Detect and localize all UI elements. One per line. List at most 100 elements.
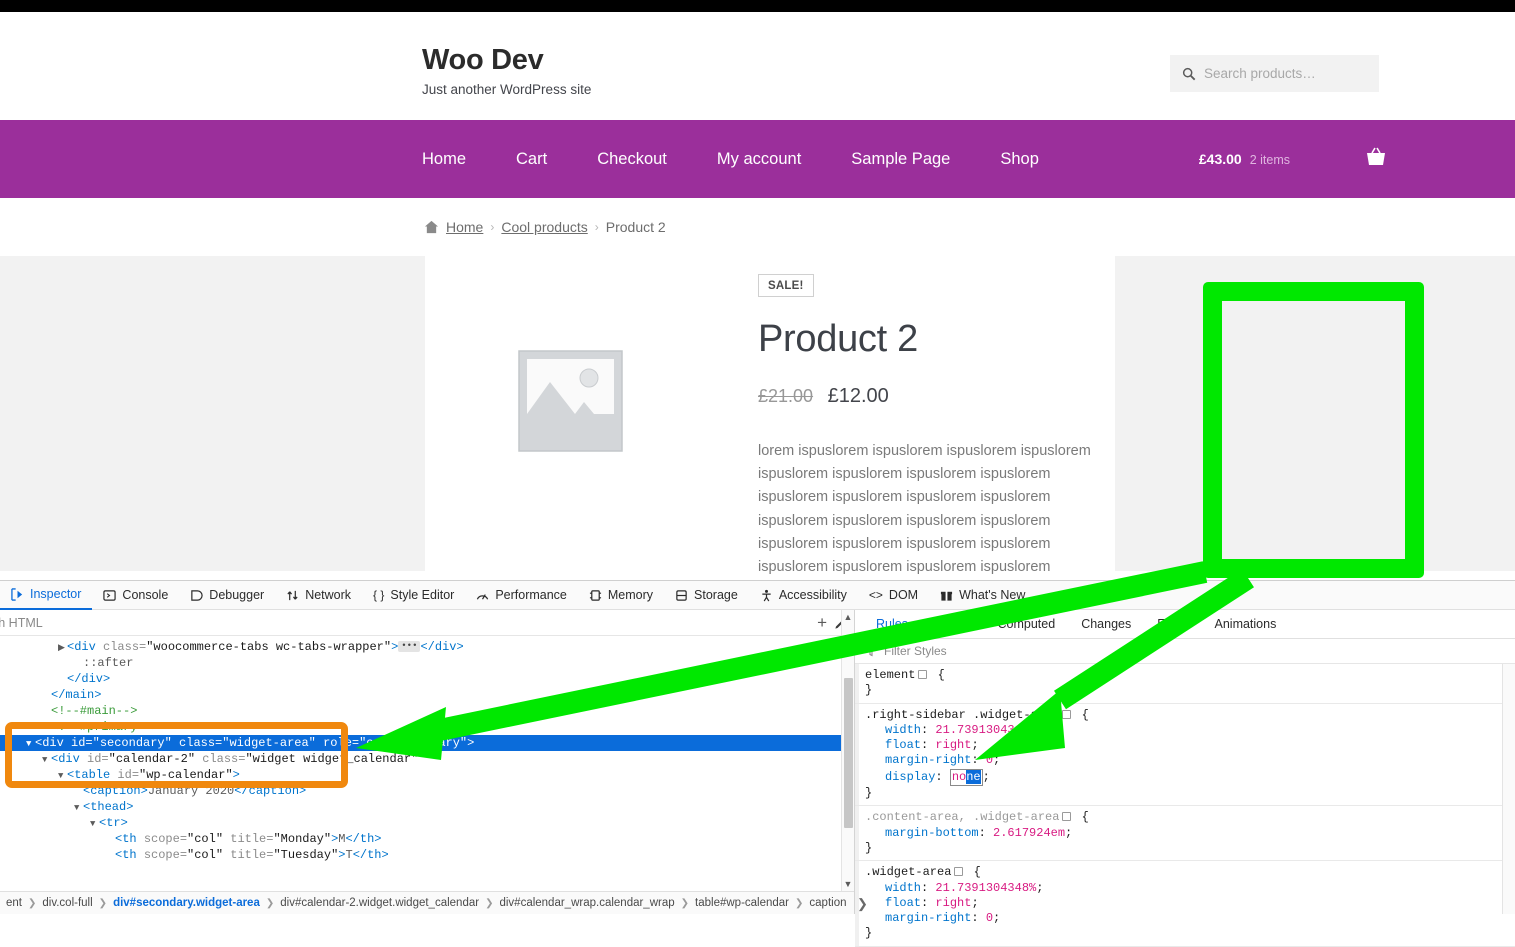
cart-summary[interactable]: £43.00 2 items [1199,151,1290,167]
dom-twisty-icon[interactable]: ▼ [90,816,99,832]
shopping-basket-icon[interactable] [1365,147,1387,171]
dom-breadcrumb-item[interactable]: div.col-full [36,897,98,909]
css-declaration[interactable]: margin-right: 0; [865,753,1515,768]
tab-performance-label: Performance [495,588,567,602]
tab-debugger[interactable]: Debugger [179,581,275,610]
nav-item-shop[interactable]: Shop [975,151,1064,168]
rules-tab-computed[interactable]: Computed [985,617,1069,631]
scroll-down-arrow[interactable]: ▼ [842,877,854,891]
css-selector[interactable]: .content-area, .widget-area { [865,810,1515,825]
product-gallery[interactable] [425,256,716,545]
dom-breadcrumb-item[interactable]: div#secondary.widget-area [107,897,266,909]
search-input-placeholder[interactable]: Search products… [1204,66,1316,81]
tab-console[interactable]: Console [92,581,179,610]
nav-item-sample-page[interactable]: Sample Page [826,151,975,168]
rules-tab-layout[interactable]: Layout [921,617,985,631]
breadcrumb: Home › Cool products › Product 2 [424,219,666,235]
css-rule[interactable]: element {} [855,664,1515,704]
dom-node[interactable]: ▶ <div class="woocommerce-tabs wc-tabs-wr… [0,639,854,655]
css-declaration[interactable]: float: right; [865,738,1515,753]
dom-breadcrumb-item[interactable]: ent [0,897,28,909]
tab-inspector[interactable]: Inspector [0,581,93,610]
dom-node[interactable]: <caption>January 2020</caption> [0,783,854,799]
dom-node[interactable]: <!--#primary--> [0,719,854,735]
css-value-editor[interactable]: none [949,768,983,787]
css-declaration[interactable]: width: 21.7391304348%; [865,881,1515,896]
tab-performance[interactable]: Performance [465,581,578,610]
dom-node[interactable]: ▼ <div id="calendar-2" class="widget widg… [0,751,854,767]
tab-accessibility[interactable]: Accessibility [749,581,858,610]
css-declaration[interactable]: width: 21.7391304348%; [865,723,1515,738]
rules-tab-animations[interactable]: Animations [1202,617,1290,631]
css-declaration[interactable]: display: none; [865,768,1515,787]
dom-breadcrumb-item[interactable]: div#calendar-2.widget.widget_calendar [274,897,485,909]
css-declaration[interactable]: float: right; [865,896,1515,911]
dom-breadcrumb-bar[interactable]: ent ❯ div.col-full ❯ div#secondary.widget-ar… [0,891,854,914]
tab-style-editor[interactable]: { } Style Editor [362,581,465,610]
dom-search-bar[interactable]: ch HTML + [0,610,854,636]
dom-node[interactable]: </div> [0,671,854,687]
css-rule[interactable]: .widget-area {width: 21.7391304348%; floa… [855,861,1515,947]
tab-storage[interactable]: Storage [664,581,749,610]
rules-tab-fonts[interactable]: Fonts [1144,617,1201,631]
dom-node[interactable]: <th scope="col" title="Tuesday">T</th> [0,847,854,863]
dom-breadcrumb-item[interactable]: table#wp-calendar [689,897,795,909]
dom-node[interactable]: ::after [0,655,854,671]
dom-breadcrumb-item[interactable]: caption [803,897,852,909]
dom-tree[interactable]: ▶ <div class="woocommerce-tabs wc-tabs-wr… [0,636,854,863]
css-rules-list[interactable]: element {} .right-sidebar .widget-area {w… [855,664,1515,947]
dom-twisty-icon[interactable]: ▼ [26,736,35,752]
dom-node[interactable]: </main> [0,687,854,703]
rules-tab-bar: Rules Layout Computed Changes Fonts Anim… [855,610,1515,639]
expand-pane-chevron-icon[interactable]: ❯ [857,896,868,912]
nav-item-checkout[interactable]: Checkout [572,151,692,168]
nav-item-cart[interactable]: Cart [491,151,572,168]
dom-twisty-icon[interactable]: ▼ [58,768,67,784]
dom-twisty-icon[interactable]: ▼ [74,800,83,816]
breadcrumb-item-cool-products[interactable]: Cool products [501,219,587,235]
css-declaration[interactable]: margin-right: 0; [865,911,1515,926]
rules-tab-rules[interactable]: Rules [863,617,921,631]
dom-twisty-icon[interactable]: ▼ [42,752,51,768]
breadcrumb-item-home[interactable]: Home [446,219,483,235]
product-search-box[interactable]: Search products… [1170,55,1379,92]
css-rule[interactable]: .content-area, .widget-area {margin-bott… [855,806,1515,862]
tab-memory[interactable]: Memory [578,581,664,610]
rule-toggle-icon[interactable] [1062,812,1072,822]
dom-node[interactable]: <th scope="col" title="Monday">M</th> [0,831,854,847]
plus-icon[interactable]: + [817,613,827,633]
rule-toggle-icon[interactable] [918,670,928,679]
css-selector[interactable]: .widget-area { [865,865,1515,880]
site-title[interactable]: Woo Dev [422,44,591,77]
dom-search-input[interactable]: ch HTML [0,616,43,630]
nav-item-home[interactable]: Home [422,151,491,168]
css-selector[interactable]: element { [865,668,1515,683]
home-icon[interactable] [424,220,439,234]
css-declaration[interactable]: margin-bottom: 2.617924em; [865,826,1515,841]
rule-toggle-icon[interactable] [954,867,964,877]
scroll-up-arrow[interactable]: ▲ [842,610,854,624]
dom-twisty-icon[interactable]: ▶ [58,640,67,656]
dom-breadcrumb-item[interactable]: div#calendar_wrap.calendar_wrap [493,897,680,909]
filter-styles-input[interactable]: Filter Styles [884,644,947,658]
dom-node-selected[interactable]: ▼ <div id="secondary" class="widget-area"… [0,735,854,751]
dom-node[interactable]: ▼ <tr> [0,815,854,831]
tab-whats-new[interactable]: What's New [929,581,1036,610]
product-summary: SALE! Product 2 £21.00 £12.00 lorem ispu… [758,256,1115,579]
rules-tab-changes[interactable]: Changes [1068,617,1144,631]
nav-item-my-account[interactable]: My account [692,151,826,168]
scrollbar-thumb[interactable] [844,678,853,828]
dom-node[interactable]: ▼ <table id="wp-calendar"> [0,767,854,783]
dom-node[interactable]: <!--#main--> [0,703,854,719]
rule-toggle-icon[interactable] [1062,709,1072,719]
dom-node[interactable]: ▼ <thead> [0,799,854,815]
filter-styles-row[interactable]: Filter Styles [855,639,1515,664]
tab-dom[interactable]: <> DOM [858,581,929,610]
cart-total-amount: £43.00 [1198,151,1242,167]
inspector-icon [11,587,23,601]
tab-network[interactable]: Network [275,581,362,610]
rules-scrollbar[interactable] [1502,664,1515,914]
css-rule[interactable]: .right-sidebar .widget-area {width: 21.7… [855,703,1515,807]
css-selector[interactable]: .right-sidebar .widget-area { [865,708,1515,723]
dom-tree-scrollbar[interactable]: ▲ ▼ [841,610,854,891]
